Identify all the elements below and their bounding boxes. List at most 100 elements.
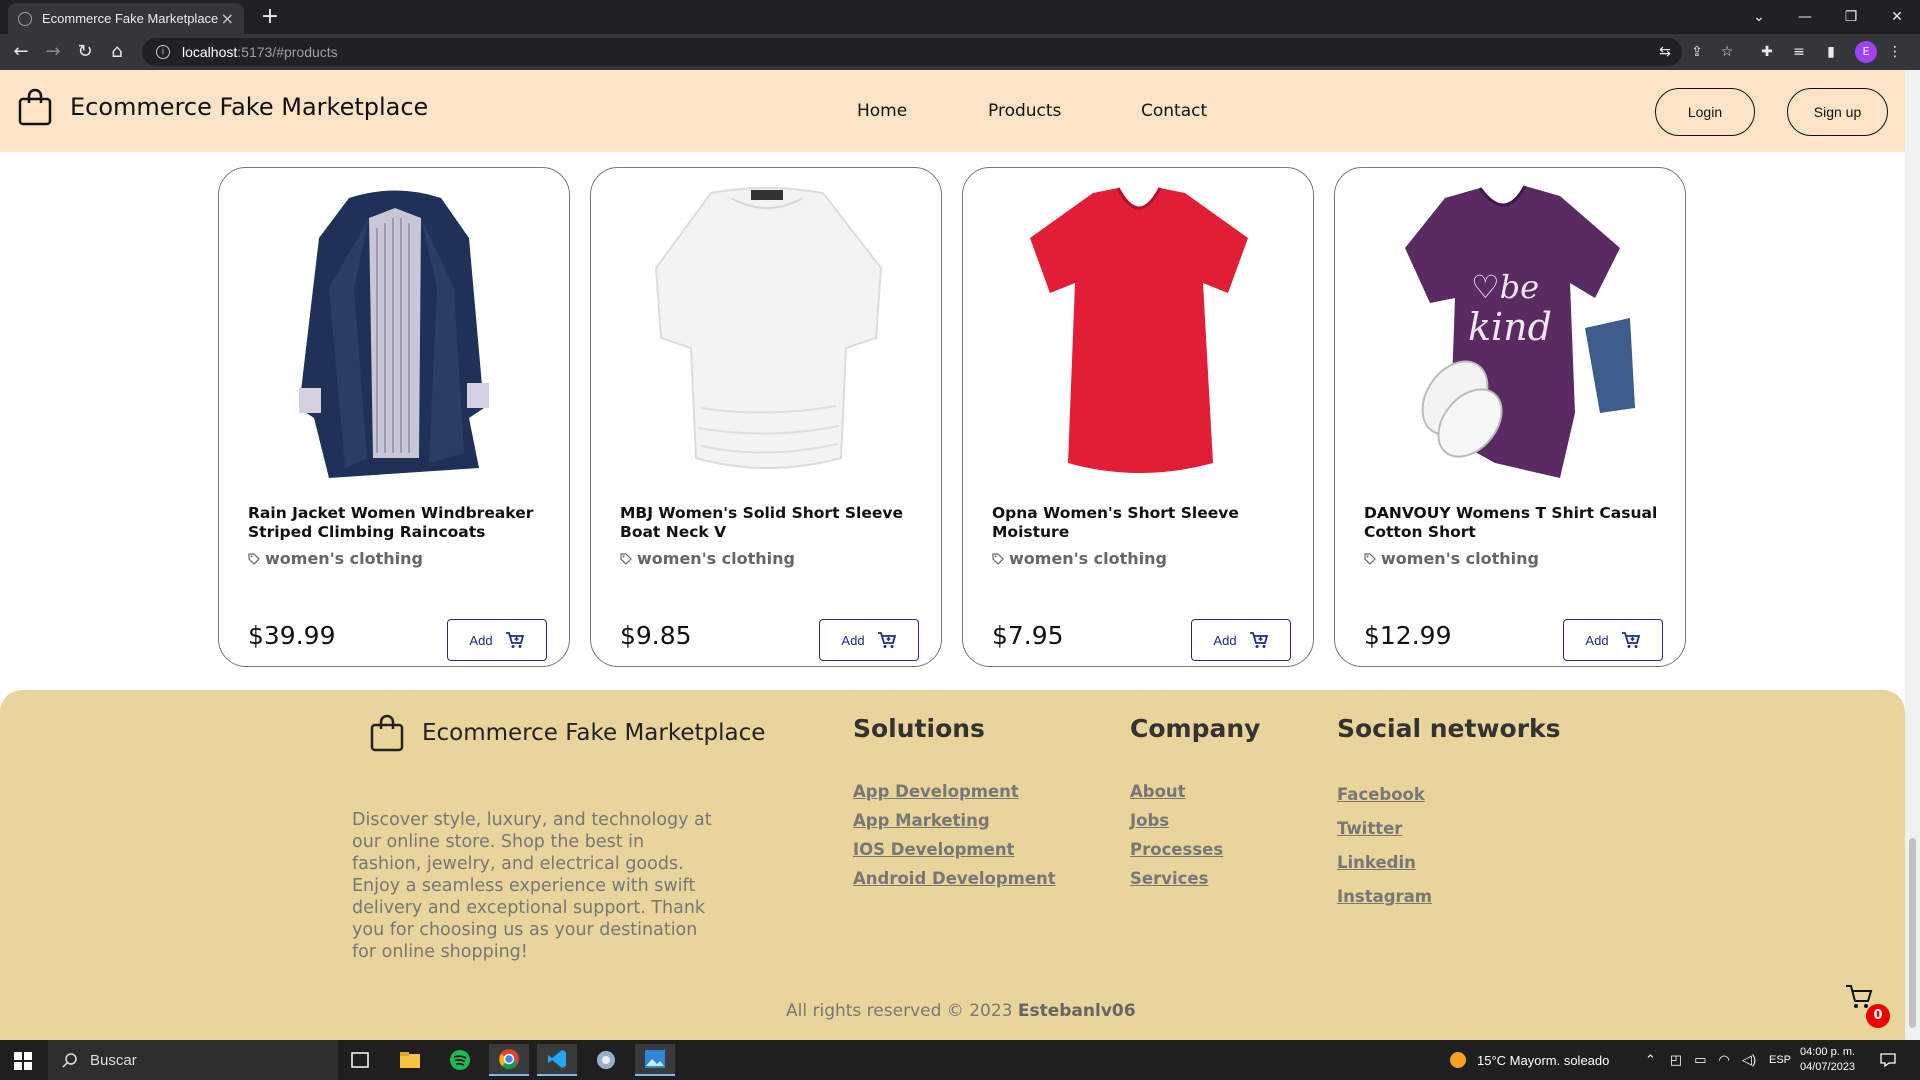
signup-button[interactable]: Sign up [1787, 88, 1888, 136]
url-path: :5173/#products [237, 44, 338, 60]
add-to-cart-button[interactable]: Add [447, 619, 547, 661]
product-image-purple-tee: ♡be kind [1405, 185, 1635, 478]
weather-widget[interactable]: 15°C Mayorm. soleado [1447, 1040, 1609, 1080]
camera-icon[interactable]: ◰ [1670, 1052, 1682, 1068]
windows-start-icon[interactable] [14, 1052, 32, 1070]
profile-avatar[interactable]: E [1855, 41, 1877, 63]
close-tab-icon[interactable]: × [221, 9, 234, 28]
restore-button[interactable]: ❐ [1828, 0, 1874, 34]
wifi-icon[interactable]: ◠ [1719, 1052, 1730, 1068]
add-label: Add [469, 632, 493, 648]
tag-icon [1364, 552, 1376, 565]
extensions-icon[interactable]: ✚ [1757, 42, 1777, 62]
forward-button[interactable]: → [40, 40, 66, 64]
product-category: women's clothing [248, 549, 423, 568]
task-view-icon[interactable] [340, 1044, 380, 1076]
cart-plus-icon [1249, 632, 1268, 648]
category-label: women's clothing [637, 549, 796, 568]
product-card: Rain Jacket Women Windbreaker Striped Cl… [218, 167, 570, 667]
close-window-button[interactable]: ✕ [1874, 0, 1920, 34]
cart-plus-icon [877, 632, 896, 648]
side-panel-icon[interactable]: ▮ [1821, 42, 1841, 62]
home-button[interactable]: ⌂ [104, 40, 130, 64]
tab-search-icon[interactable]: ⌄ [1736, 0, 1782, 34]
footer-link-app-development[interactable]: App Development [853, 782, 1019, 801]
product-title[interactable]: Opna Women's Short Sleeve Moisture [992, 504, 1292, 542]
cart-plus-icon [505, 632, 524, 648]
add-to-cart-button[interactable]: Add [819, 619, 919, 661]
clock-time: 04:00 p. m. [1800, 1046, 1856, 1058]
tag-icon [992, 552, 1004, 565]
product-title[interactable]: MBJ Women's Solid Short Sleeve Boat Neck… [620, 504, 920, 542]
nav-contact[interactable]: Contact [1141, 101, 1207, 121]
add-label: Add [1585, 632, 1609, 648]
search-icon [62, 1053, 77, 1068]
header-logo[interactable]: Ecommerce Fake Marketplace [18, 88, 428, 126]
footer-link-facebook[interactable]: Facebook [1337, 785, 1425, 804]
address-bar[interactable]: i localhost:5173/#products [142, 38, 1682, 66]
footer-link-ios-development[interactable]: IOS Development [853, 840, 1014, 859]
volume-icon[interactable]: ◁) [1742, 1052, 1756, 1068]
spotify-icon[interactable] [440, 1044, 480, 1076]
file-explorer-icon[interactable] [390, 1044, 430, 1076]
footer-link-jobs[interactable]: Jobs [1130, 811, 1169, 830]
vscode-icon[interactable] [537, 1044, 577, 1076]
notifications-icon[interactable] [1880, 1040, 1896, 1080]
menu-kebab-icon[interactable]: ⋮ [1885, 42, 1905, 62]
reading-list-icon[interactable]: ≡ [1789, 42, 1809, 62]
product-title[interactable]: Rain Jacket Women Windbreaker Striped Cl… [248, 504, 548, 542]
footer-link-android-development[interactable]: Android Development [853, 869, 1056, 888]
nav-products[interactable]: Products [988, 101, 1061, 121]
cart-count-badge: 0 [1866, 1004, 1890, 1028]
battery-icon[interactable]: ▭ [1694, 1052, 1706, 1068]
footer-link-processes[interactable]: Processes [1130, 840, 1223, 859]
scrollbar-thumb[interactable] [1909, 838, 1916, 1028]
login-button[interactable]: Login [1655, 88, 1755, 136]
product-card: Opna Women's Short Sleeve Moisture women… [962, 167, 1314, 667]
page-scrollbar[interactable] [1905, 70, 1920, 1040]
chrome-icon[interactable] [489, 1044, 529, 1076]
translate-icon[interactable]: ⇆ [1655, 42, 1675, 62]
footer-logo[interactable]: Ecommerce Fake Marketplace [370, 714, 765, 752]
copyright-text: All rights reserved © 2023 [786, 1001, 1013, 1021]
shopping-bag-icon [370, 714, 404, 752]
category-label: women's clothing [1381, 549, 1540, 568]
solutions-heading: Solutions [853, 714, 985, 743]
tray-icons[interactable]: ⌃ ◰ ▭ ◠ ◁) [1645, 1040, 1756, 1080]
new-tab-button[interactable]: + [256, 5, 284, 31]
footer-link-linkedin[interactable]: Linkedin [1337, 853, 1416, 872]
language-indicator[interactable]: ESP [1769, 1040, 1791, 1080]
reload-button[interactable]: ↻ [72, 40, 98, 64]
product-category: women's clothing [992, 549, 1167, 568]
footer-link-twitter[interactable]: Twitter [1337, 819, 1402, 838]
add-to-cart-button[interactable]: Add [1191, 619, 1291, 661]
footer-link-instagram[interactable]: Instagram [1337, 887, 1432, 906]
tag-icon [248, 552, 260, 565]
tab-title: Ecommerce Fake Marketplace [42, 11, 219, 26]
product-price: $12.99 [1364, 621, 1452, 650]
app-icon[interactable] [586, 1044, 626, 1076]
search-placeholder: Buscar [90, 1051, 137, 1069]
minimize-button[interactable]: — [1782, 0, 1828, 34]
site-footer: Ecommerce Fake Marketplace Discover styl… [0, 690, 1905, 1040]
product-card: ♡be kind DANVOUY Womens T Shirt Casual C… [1334, 167, 1686, 667]
browser-tab[interactable]: Ecommerce Fake Marketplace × [8, 3, 244, 34]
photos-icon[interactable] [635, 1044, 675, 1076]
product-price: $7.95 [992, 621, 1064, 650]
taskbar-search[interactable]: Buscar [48, 1040, 338, 1080]
bookmark-star-icon[interactable]: ☆ [1717, 42, 1737, 62]
product-title[interactable]: DANVOUY Womens T Shirt Casual Cotton Sho… [1364, 504, 1664, 542]
copyright: All rights reserved © 2023 Estebanlv06 [786, 1001, 1136, 1021]
add-to-cart-button[interactable]: Add [1563, 619, 1663, 661]
nav-home[interactable]: Home [857, 101, 907, 121]
back-button[interactable]: ← [8, 40, 34, 64]
footer-link-services[interactable]: Services [1130, 869, 1208, 888]
cart-plus-icon [1621, 632, 1640, 648]
footer-link-about[interactable]: About [1130, 782, 1186, 801]
footer-link-app-marketing[interactable]: App Marketing [853, 811, 990, 830]
svg-text:♡be: ♡be [1471, 268, 1539, 306]
clock[interactable]: 04:00 p. m. 04/07/2023 [1800, 1040, 1855, 1080]
site-info-icon[interactable]: i [156, 45, 170, 59]
chevron-up-icon[interactable]: ⌃ [1645, 1052, 1656, 1068]
share-icon[interactable]: ⇪ [1687, 42, 1707, 62]
